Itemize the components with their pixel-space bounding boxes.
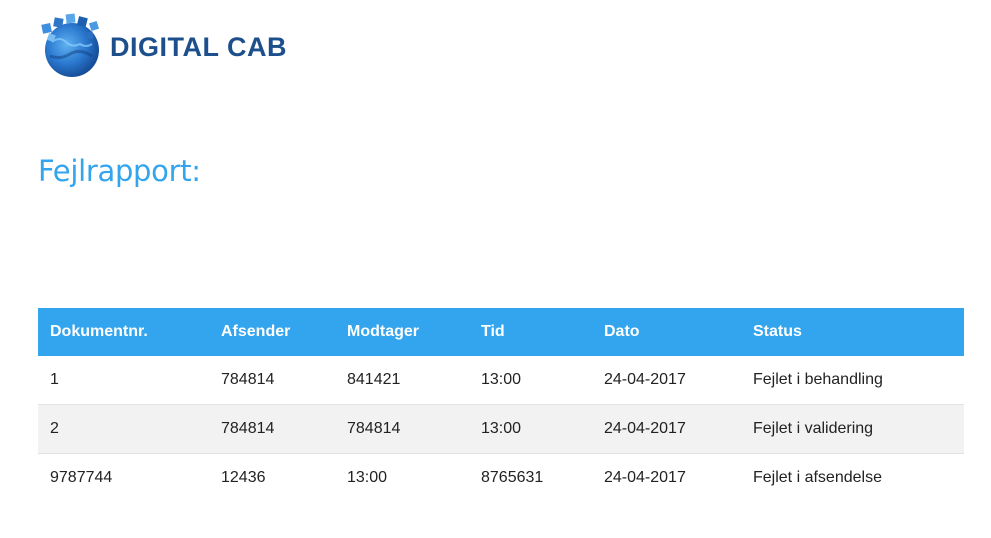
- cell-status: Fejlet i afsendelse: [753, 469, 882, 486]
- table-row: 9787744 12436 13:00 8765631 24-04-2017 F…: [38, 454, 964, 503]
- cell-dato: 24-04-2017: [592, 356, 741, 405]
- error-report-table: Dokumentnr. Afsender Modtager Tid Dato S…: [38, 308, 964, 502]
- cell-modtager: 841421: [335, 356, 469, 405]
- column-header-afsender: Afsender: [209, 308, 335, 356]
- column-header-status: Status: [741, 308, 964, 356]
- cell-afsender: 784814: [209, 356, 335, 405]
- cell-tid: 8765631: [481, 469, 544, 486]
- cell-modtager: 784814: [335, 404, 469, 454]
- cell-dokumentnr: 2: [38, 404, 209, 454]
- column-header-modtager: Modtager: [335, 308, 469, 356]
- column-header-dato: Dato: [592, 308, 741, 356]
- globe-puzzle-icon: [41, 13, 100, 77]
- table-row: 1 784814 841421 13:00 24-04-2017 Fejlet …: [38, 356, 964, 405]
- cell-tid: 13:00: [469, 404, 592, 454]
- logo[interactable]: DIGITAL CAB: [38, 12, 287, 78]
- cell-status: Fejlet i behandling: [741, 356, 964, 405]
- column-header-tid: Tid: [469, 308, 592, 356]
- table-row: 2 784814 784814 13:00 24-04-2017 Fejlet …: [38, 404, 964, 454]
- cell-dokumentnr: 1: [38, 356, 209, 405]
- cell-dokumentnr: 9787744: [50, 469, 113, 486]
- cell-status: Fejlet i validering: [741, 404, 964, 454]
- cell-modtager: 13:00: [347, 469, 388, 486]
- cell-tid: 13:00: [469, 356, 592, 405]
- table-header: Dokumentnr. Afsender Modtager Tid Dato S…: [38, 308, 964, 356]
- cell-afsender: 784814: [209, 404, 335, 454]
- cell-dato: 24-04-2017: [604, 469, 686, 486]
- cell-afsender: 12436: [221, 469, 266, 486]
- column-header-dokumentnr: Dokumentnr.: [38, 308, 209, 356]
- cell-dato: 24-04-2017: [592, 404, 741, 454]
- table-header-row: Dokumentnr. Afsender Modtager Tid Dato S…: [38, 308, 964, 356]
- table-body: 1 784814 841421 13:00 24-04-2017 Fejlet …: [38, 356, 964, 502]
- logo-text: DIGITAL CAB: [110, 32, 287, 62]
- page-title: Fejlrapport:: [38, 154, 201, 188]
